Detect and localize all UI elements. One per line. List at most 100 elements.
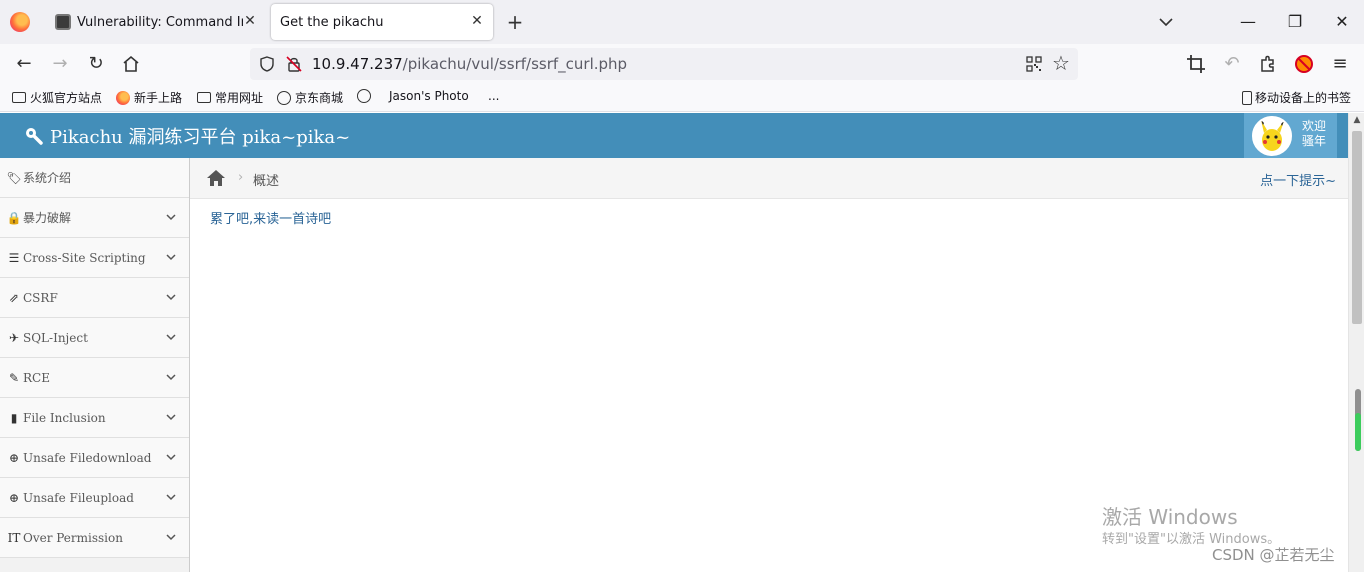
folder-icon — [197, 92, 211, 103]
sidebar-item-label: RCE — [23, 370, 50, 385]
sidebar-item-label: Cross-Site Scripting — [23, 250, 146, 265]
sidebar-item-label: 暴力破解 — [23, 211, 72, 225]
firefox-menu-icon[interactable] — [10, 12, 30, 32]
chevron-down-icon — [166, 294, 176, 301]
chevron-down-icon — [166, 414, 176, 421]
sidebar-item-label: File Inclusion — [23, 410, 106, 425]
close-window-button[interactable]: ✕ — [1330, 10, 1354, 34]
url-host: 10.9.47.237 — [312, 55, 403, 73]
chevron-down-icon — [166, 214, 176, 221]
sidebar-item-brute-force[interactable]: 🔒 暴力破解 — [0, 198, 189, 238]
bookmark-label: 新手上路 — [134, 91, 183, 105]
welcome-text: 欢迎 骚年 — [1302, 119, 1326, 149]
chevron-down-icon — [166, 454, 176, 461]
app-title: Pikachu 漏洞练习平台 pika~pika~ — [50, 127, 351, 148]
sidebar-item-label: SQL-Inject — [23, 330, 88, 345]
close-tab-icon[interactable]: ✕ — [469, 13, 485, 29]
home-icon[interactable] — [206, 169, 226, 187]
share-icon: ⇗ — [8, 290, 20, 305]
sidebar-item-intro[interactable]: 🏷 系统介绍 — [0, 158, 189, 198]
bookmark-item[interactable]: 京东商城 — [277, 89, 343, 106]
tab-title: Vulnerability: Command Injec — [77, 14, 243, 30]
qr-code-icon[interactable] — [1026, 56, 1042, 72]
hint-link[interactable]: 点一下提示~ — [1260, 170, 1336, 189]
sidebar-item-unsafe-filedownload[interactable]: ⊕ Unsafe Filedownload — [0, 438, 189, 478]
mobile-device-icon — [1242, 90, 1252, 105]
shield-icon[interactable] — [258, 55, 276, 73]
user-menu[interactable]: 欢迎 骚年 — [1244, 113, 1337, 158]
sidebar-item-label: 系统介绍 — [23, 171, 72, 185]
bookmark-item[interactable]: 常用网址 — [197, 89, 263, 106]
url-bar[interactable]: 10.9.47.237/pikachu/vul/ssrf/ssrf_curl.p… — [250, 48, 1078, 80]
undo-icon[interactable]: ↶ — [1220, 52, 1244, 76]
sidebar-item-sql-inject[interactable]: ✈ SQL-Inject — [0, 318, 189, 358]
reload-button[interactable]: ↻ — [84, 52, 108, 76]
globe-icon — [357, 89, 371, 103]
folder-icon — [12, 92, 26, 103]
sidebar-item-rce[interactable]: ✎ RCE — [0, 358, 189, 398]
tab-vulnerability[interactable]: Vulnerability: Command Injec ✕ — [44, 0, 266, 44]
chevron-down-icon — [166, 374, 176, 381]
hamburger-menu-icon[interactable]: ≡ — [1328, 52, 1352, 76]
plane-icon: ✈ — [8, 330, 20, 345]
sidebar-item-file-inclusion[interactable]: ▮ File Inclusion — [0, 398, 189, 438]
home-button[interactable] — [119, 52, 143, 76]
firefox-icon — [116, 90, 130, 105]
windows-activation-title: 激活 Windows — [1102, 505, 1238, 529]
chevron-down-icon[interactable] — [1156, 12, 1176, 32]
username: 骚年 — [1302, 134, 1327, 148]
close-tab-icon[interactable]: ✕ — [242, 13, 258, 29]
tags-icon: 🏷 — [6, 170, 22, 185]
sidebar: 🏷 系统介绍 🔒 暴力破解 ☰ Cross-Site Scripting ⇗ C… — [0, 158, 190, 572]
tab-pikachu[interactable]: Get the pikachu ✕ — [271, 4, 493, 40]
app-brand[interactable]: Pikachu 漏洞练习平台 pika~pika~ — [24, 123, 350, 149]
scrollbar-thumb[interactable] — [1352, 131, 1362, 324]
mobile-bookmarks[interactable]: 移动设备上的书签 — [1242, 89, 1351, 106]
sidebar-item-unsafe-fileupload[interactable]: ⊕ Unsafe Fileupload — [0, 478, 189, 518]
breadcrumb-separator: › — [238, 170, 244, 185]
csdn-watermark: CSDN @芷若无尘 — [1212, 546, 1335, 564]
chevron-down-icon — [166, 334, 176, 341]
breadcrumb: › 概述 点一下提示~ — [190, 158, 1348, 199]
new-tab-button[interactable]: + — [504, 10, 526, 34]
chevron-down-icon — [166, 254, 176, 261]
bookmark-star-icon[interactable]: ☆ — [1050, 52, 1072, 74]
file-icon: ▮ — [10, 410, 18, 425]
tab-title: Get the pikachu — [280, 14, 384, 30]
page-scrollbar[interactable]: ▲ — [1348, 113, 1364, 572]
sidebar-item-label: Unsafe Filedownload — [23, 450, 152, 465]
text-height-icon: IT — [7, 530, 21, 545]
minimize-button[interactable]: — — [1236, 10, 1260, 34]
scroll-indicator-active — [1355, 413, 1361, 451]
bookmark-label: ... — [488, 89, 500, 103]
list-icon: ☰ — [8, 250, 20, 265]
forward-button[interactable]: → — [48, 52, 72, 76]
restore-button[interactable]: ❐ — [1283, 10, 1307, 34]
bookmark-label: 火狐官方站点 — [30, 91, 103, 105]
insecure-lock-icon[interactable] — [285, 55, 303, 73]
bookmark-label: 移动设备上的书签 — [1255, 91, 1352, 105]
url-path: /pikachu/vul/ssrf/ssrf_curl.php — [402, 55, 628, 73]
bookmark-label: 京东商城 — [295, 91, 344, 105]
sidebar-item-over-permission[interactable]: IT Over Permission — [0, 518, 189, 558]
extensions-icon[interactable] — [1256, 52, 1280, 76]
sidebar-item-csrf[interactable]: ⇗ CSRF — [0, 278, 189, 318]
upload-icon: ⊕ — [8, 490, 20, 505]
addon-blocker-icon[interactable] — [1292, 52, 1316, 76]
scroll-up-arrow-icon[interactable]: ▲ — [1352, 115, 1362, 125]
bookmark-overflow[interactable]: ... — [488, 89, 499, 103]
pencil-icon: ✎ — [8, 370, 20, 385]
back-button[interactable]: ← — [12, 52, 36, 76]
download-icon: ⊕ — [8, 450, 20, 465]
bookmark-label: 常用网址 — [215, 91, 264, 105]
chevron-down-icon — [166, 534, 176, 541]
screenshot-crop-icon[interactable] — [1184, 52, 1208, 76]
bookmark-item[interactable]: Jason's Photo — [357, 89, 469, 103]
bookmark-item[interactable]: 新手上路 — [116, 89, 182, 106]
bookmark-item[interactable]: 火狐官方站点 — [12, 89, 102, 106]
url-text[interactable]: 10.9.47.237/pikachu/vul/ssrf/ssrf_curl.p… — [312, 55, 627, 73]
sidebar-item-xss[interactable]: ☰ Cross-Site Scripting — [0, 238, 189, 278]
chevron-down-icon — [166, 494, 176, 501]
poem-link[interactable]: 累了吧,来读一首诗吧 — [210, 208, 331, 227]
welcome-line: 欢迎 — [1302, 119, 1327, 133]
